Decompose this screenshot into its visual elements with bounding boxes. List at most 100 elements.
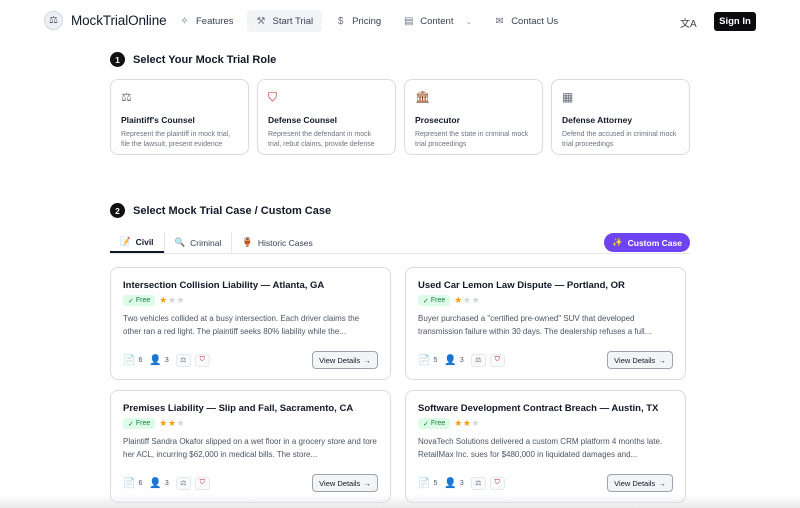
role-card-plaintiff[interactable]: ⚖ Plaintiff's Counsel Represent the plai… [110, 79, 249, 155]
check-icon: ✓ [128, 420, 134, 428]
case-meta: ✓ Free ★★★ [418, 295, 673, 306]
document-count: 📄 6 [123, 355, 142, 366]
rating-stars: ★★★ [159, 295, 185, 306]
case-description: NovaTech Solutions delivered a custom CR… [418, 437, 663, 459]
role-description: Represent the defendant in mock trial, r… [268, 131, 375, 148]
badge-label: Free [430, 420, 446, 427]
section-heading: Select Mock Trial Case / Custom Case [133, 204, 332, 217]
count-value: 6 [138, 356, 143, 364]
sparkle-icon: ✧ [180, 15, 189, 27]
nav-label: Start Trial [272, 15, 314, 27]
person-icon: 👤 [149, 354, 162, 366]
nav-pricing[interactable]: $ Pricing [326, 10, 390, 32]
magnifier-icon: 🔍 [174, 237, 186, 247]
tab-historic-cases[interactable]: 🏺 Historic Cases [232, 232, 322, 253]
case-card[interactable]: Intersection Collision Liability — Atlan… [110, 267, 391, 380]
view-details-button[interactable]: View Details → [312, 351, 378, 369]
view-details-button[interactable]: View Details → [607, 351, 673, 369]
people-count: 👤 3 [444, 478, 463, 489]
view-details-button[interactable]: View Details → [607, 474, 673, 492]
tab-label: Historic Cases [257, 237, 313, 248]
role-card-defense-attorney[interactable]: ▦ Defense Attorney Defend the accused in… [551, 79, 690, 155]
document-icon: ▤ [403, 15, 414, 27]
role-cards: ⚖ Plaintiff's Counsel Represent the plai… [110, 79, 690, 155]
star-empty-icon: ★ [176, 295, 186, 305]
memo-icon: 📝 [120, 236, 131, 246]
document-icon: 📄 [418, 477, 431, 489]
count-value: 3 [459, 479, 464, 487]
case-card[interactable]: Software Development Contract Breach — A… [405, 390, 686, 503]
check-icon: ✓ [423, 420, 429, 428]
step-badge: 2 [110, 203, 125, 218]
case-footer: 📄 6 👤 3 ⚖ ⛉ View Details → [123, 474, 378, 492]
shield-icon: ⛉ [194, 476, 210, 490]
people-count: 👤 3 [444, 355, 463, 366]
custom-case-button[interactable]: ✨ Custom Case [604, 233, 690, 252]
free-badge: ✓ Free [123, 418, 156, 429]
document-icon: 📄 [418, 354, 431, 366]
case-tabs: 📝 Civil 🔍 Criminal 🏺 Historic Cases [110, 232, 690, 254]
count-value: 6 [138, 479, 143, 487]
button-label: View Details [614, 355, 656, 365]
case-card[interactable]: Used Car Lemon Law Dispute — Portland, O… [405, 267, 686, 380]
view-details-button[interactable]: View Details → [312, 474, 378, 492]
scales-icon: ⚖ [121, 90, 132, 104]
rating-stars: ★★★ [159, 418, 185, 429]
document-count: 📄 5 [418, 478, 437, 489]
nav-contact-us[interactable]: ✉ Contact Us [485, 10, 567, 32]
vase-icon: 🏺 [242, 237, 253, 247]
tab-label: Civil [135, 236, 154, 247]
case-title: Software Development Contract Breach — A… [418, 403, 659, 414]
star-empty-icon: ★ [176, 418, 186, 428]
arrow-right-icon: → [363, 478, 371, 488]
button-label: View Details [614, 478, 656, 488]
tab-criminal[interactable]: 🔍 Criminal [165, 232, 232, 253]
tab-civil[interactable]: 📝 Civil [110, 232, 164, 253]
top-navbar: ⚖ MockTrialOnline ✧ Features ⚒ Start Tri… [0, 0, 800, 42]
logo-icon: ⚖ [44, 11, 63, 30]
main-nav: ✧ Features ⚒ Start Trial $ Pricing ▤ Con… [170, 10, 567, 32]
check-icon: ✓ [423, 297, 429, 305]
nav-label: Content [420, 15, 454, 27]
person-icon: 👤 [444, 354, 457, 366]
role-title: Defense Counsel [268, 115, 337, 125]
count-value: 5 [433, 356, 438, 364]
document-icon: 📄 [123, 477, 136, 489]
tab-label: Criminal [190, 237, 222, 248]
brand-logo[interactable]: ⚖ MockTrialOnline [44, 11, 167, 30]
dollar-icon: $ [337, 15, 344, 27]
document-count: 📄 5 [418, 355, 437, 366]
calendar-icon: ▦ [562, 90, 574, 104]
role-section-title: 1 Select Your Mock Trial Role [110, 52, 276, 67]
role-card-defense-counsel[interactable]: ⛉ Defense Counsel Represent the defendan… [257, 79, 396, 155]
count-value: 3 [164, 356, 169, 364]
nav-start-trial[interactable]: ⚒ Start Trial [246, 10, 323, 32]
mail-icon: ✉ [495, 15, 504, 27]
case-footer: 📄 5 👤 3 ⚖ ⛉ View Details → [418, 351, 673, 369]
role-card-prosecutor[interactable]: 🏛 Prosecutor Represent the state in crim… [404, 79, 543, 155]
shield-icon: ⛉ [489, 476, 505, 490]
nav-features[interactable]: ✧ Features [170, 10, 243, 32]
case-card[interactable]: Premises Liability — Slip and Fall, Sacr… [110, 390, 391, 503]
arrow-right-icon: → [658, 478, 666, 488]
nav-content[interactable]: ▤ Content ⌄ [394, 10, 481, 32]
case-description: Two vehicles collided at a busy intersec… [123, 314, 360, 336]
document-count: 📄 6 [123, 478, 142, 489]
arrow-right-icon: → [658, 355, 666, 365]
scales-icon: ⚖ [470, 476, 486, 490]
brand-name: MockTrialOnline [71, 13, 167, 28]
rating-stars: ★★★ [454, 295, 480, 306]
scales-icon: ⚖ [175, 476, 191, 490]
check-icon: ✓ [128, 297, 134, 305]
language-icon[interactable]: 文A [680, 15, 697, 30]
case-footer: 📄 5 👤 3 ⚖ ⛉ View Details → [418, 474, 673, 492]
button-label: View Details [319, 478, 361, 488]
case-description: Plaintiff Sandra Okafor slipped on a wet… [123, 437, 377, 459]
free-badge: ✓ Free [418, 295, 451, 306]
case-meta: ✓ Free ★★★ [418, 418, 673, 429]
rating-stars: ★★★ [454, 418, 480, 429]
step-badge: 1 [110, 52, 125, 67]
sign-in-button[interactable]: Sign In [714, 12, 756, 31]
count-value: 3 [164, 479, 169, 487]
nav-label: Features [196, 15, 234, 27]
